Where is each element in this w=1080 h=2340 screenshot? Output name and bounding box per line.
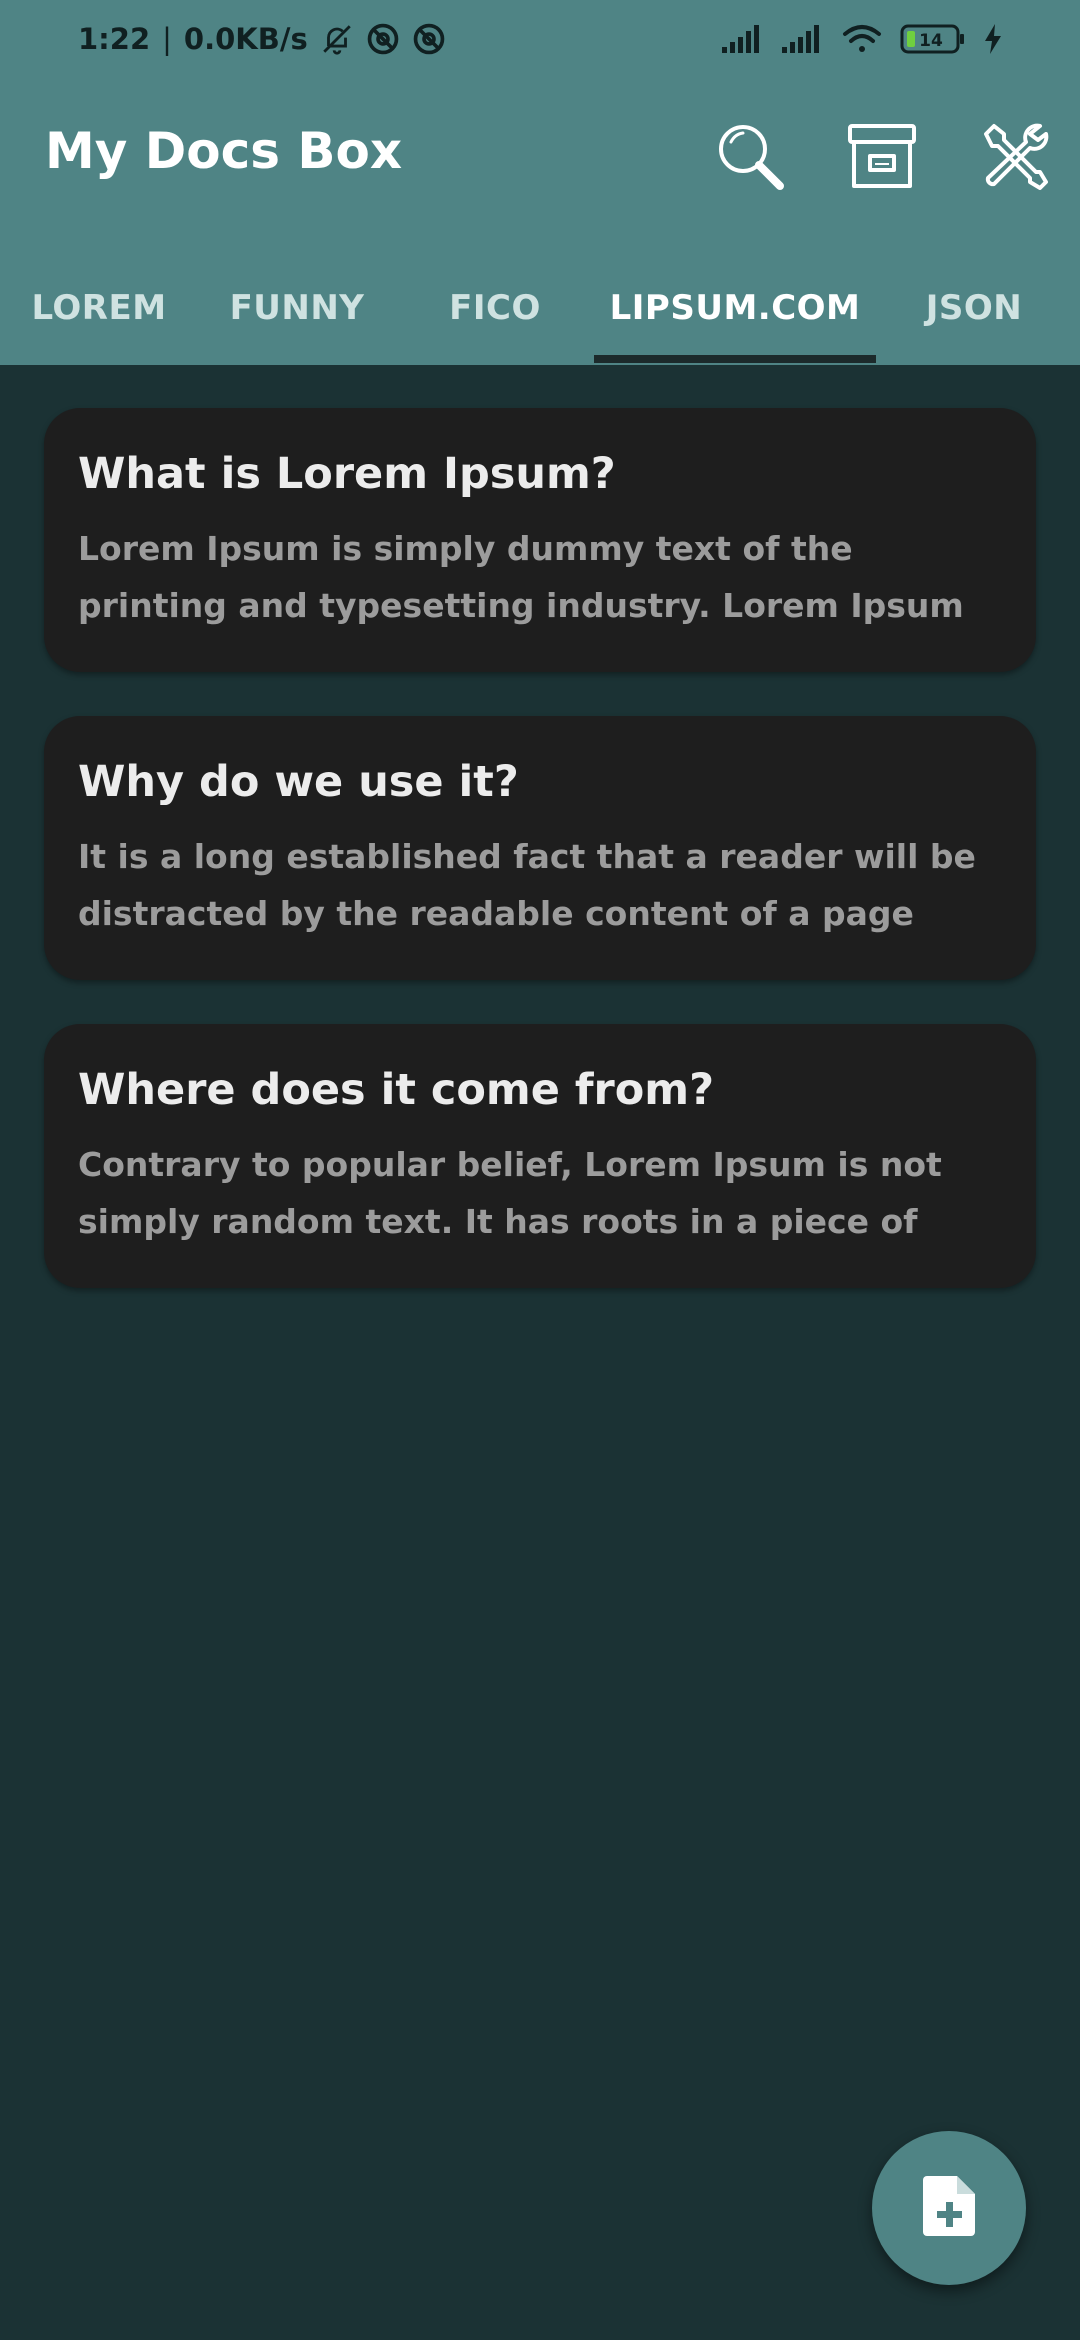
document-preview: Contrary to popular belief, Lorem Ipsum …: [78, 1145, 942, 1241]
document-preview: It is a long established fact that a rea…: [78, 837, 976, 933]
wifi-icon: [842, 24, 882, 54]
battery-icon: 14: [900, 23, 966, 55]
tab-json[interactable]: JSON: [876, 250, 1072, 365]
tab-bar: LOREM FUNNY FICO LIPSUM.COM JSON: [0, 250, 1080, 365]
status-time: 1:22: [78, 22, 151, 56]
search-icon: [714, 120, 786, 196]
tools-button[interactable]: [974, 118, 1054, 198]
tab-indicator: [594, 355, 876, 363]
signal-icon: [782, 25, 824, 53]
document-title: Why do we use it?: [78, 757, 519, 807]
status-bar: 1:22 | 0.0KB/s 14: [0, 0, 1080, 78]
document-title: What is Lorem Ipsum?: [78, 449, 616, 499]
tab-lorem[interactable]: LOREM: [0, 250, 198, 365]
document-preview: Lorem Ipsum is simply dummy text of the …: [78, 529, 964, 625]
app-title: My Docs Box: [45, 122, 403, 180]
tab-lipsum-com[interactable]: LIPSUM.COM: [594, 250, 876, 365]
charging-icon: [984, 24, 1002, 54]
document-card[interactable]: What is Lorem Ipsum? Lorem Ipsum is simp…: [44, 408, 1036, 672]
bell-off-icon: [320, 22, 354, 56]
status-left: 1:22 | 0.0KB/s: [78, 22, 446, 56]
document-title: Where does it come from?: [78, 1065, 715, 1115]
battery-level: 14: [919, 31, 943, 51]
tools-icon: [978, 120, 1050, 196]
new-document-icon: [923, 2176, 975, 2240]
document-card[interactable]: Where does it come from? Contrary to pop…: [44, 1024, 1036, 1288]
tab-fico[interactable]: FICO: [396, 250, 594, 365]
tab-funny[interactable]: FUNNY: [198, 250, 396, 365]
document-card[interactable]: Why do we use it? It is a long establish…: [44, 716, 1036, 980]
add-document-button[interactable]: [872, 2131, 1026, 2285]
at-circle-icon: [412, 22, 446, 56]
signal-icon: [722, 25, 764, 53]
search-button[interactable]: [710, 118, 790, 198]
archive-icon: [846, 120, 918, 196]
at-circle-icon: [366, 22, 400, 56]
status-separator: |: [162, 22, 172, 56]
archive-button[interactable]: [842, 118, 922, 198]
status-right: 14: [722, 23, 1002, 55]
status-net-speed: 0.0KB/s: [183, 22, 308, 56]
